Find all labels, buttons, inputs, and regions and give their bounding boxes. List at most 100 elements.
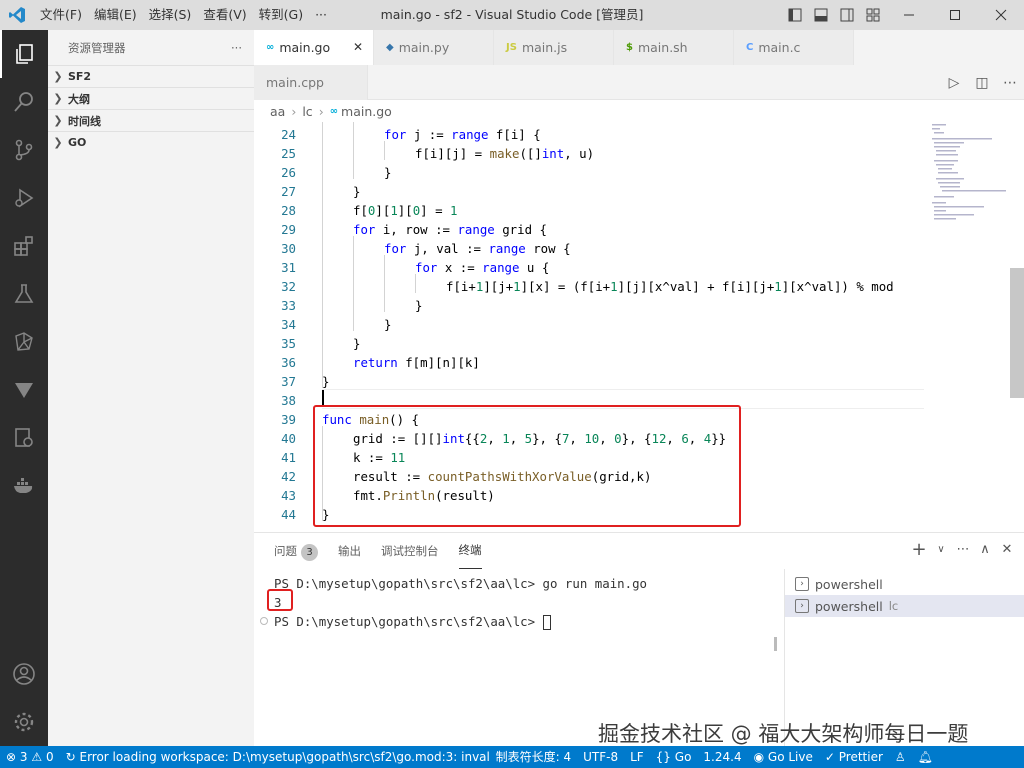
tab-problems[interactable]: 问题 3 <box>274 533 318 569</box>
line-number: 25 <box>281 146 296 161</box>
minimap[interactable] <box>924 122 1024 532</box>
menu-edit[interactable]: 编辑(E) <box>88 0 143 30</box>
triangle-extension-icon[interactable] <box>0 366 48 414</box>
docker-icon[interactable] <box>0 462 48 510</box>
language-status[interactable]: {} Go <box>650 746 698 768</box>
code-text: for i, row := range grid { <box>353 222 547 237</box>
code-text: } <box>353 184 361 199</box>
terminal-item-powershell-lc[interactable]: › powershell lc <box>785 595 1024 617</box>
settings-gear-icon[interactable] <box>0 698 48 746</box>
section-timeline[interactable]: ❯ 时间线 <box>48 109 254 131</box>
code-text: f[i][j] = make([]int, u) <box>415 146 595 161</box>
extensions-icon[interactable] <box>0 222 48 270</box>
line-number: 27 <box>281 184 296 199</box>
terminal-line: PS D:\mysetup\gopath\src\sf2\aa\lc> go r… <box>274 576 647 591</box>
code-line: 25 f[i][j] = make([]int, u) <box>254 144 924 163</box>
eol-status[interactable]: LF <box>624 746 650 768</box>
tab-size-status[interactable]: 制表符长度: 4 <box>490 746 578 768</box>
watermark: 掘金技术社区 @ 福大大架构师每日一题 <box>598 722 969 746</box>
customize-layout-icon[interactable] <box>860 0 886 30</box>
code-text: } <box>322 374 330 389</box>
maximize-panel-icon[interactable]: ∧ <box>974 542 996 557</box>
code-line: 36 return f[m][n][k] <box>254 353 924 372</box>
menu-more[interactable]: ··· <box>309 0 333 30</box>
go-version-status[interactable]: 1.24.4 <box>697 746 747 768</box>
editor-tabs-row-1: ∞ main.go ✕ ◆ main.py JS main.js $ main.sh Cm… <box>254 30 1024 65</box>
remote-icon[interactable] <box>0 318 48 366</box>
prettier-status[interactable]: ✓ Prettier <box>819 746 889 768</box>
breadcrumb-main-go[interactable]: main.go <box>341 104 392 119</box>
toggle-panel-icon[interactable] <box>808 0 834 30</box>
section-outline[interactable]: ❯ 大纲 <box>48 87 254 109</box>
close-window-icon[interactable] <box>978 0 1024 30</box>
code-line: 37} <box>254 372 924 391</box>
workspace-error-status[interactable]: ↻ Error loading workspace: D:\mysetup\go… <box>60 746 490 768</box>
code-line: 28 f[0][1][0] = 1 <box>254 201 924 220</box>
minimize-icon[interactable] <box>886 0 932 30</box>
run-debug-icon[interactable] <box>0 174 48 222</box>
vscode-logo-icon[interactable] <box>0 0 34 30</box>
account-icon[interactable] <box>0 650 48 698</box>
search-icon[interactable] <box>0 78 48 126</box>
menu-go[interactable]: 转到(G) <box>253 0 309 30</box>
close-panel-icon[interactable]: ✕ <box>996 542 1018 557</box>
remote-explorer-icon[interactable] <box>0 414 48 462</box>
chevron-right-icon: › <box>291 103 297 119</box>
accounts-status-icon[interactable]: ♙ <box>889 746 912 768</box>
tab-main-c[interactable]: Cmain.c <box>734 30 854 65</box>
tab-main-cpp[interactable]: main.cpp <box>254 65 368 100</box>
code-line: 35} <box>254 334 924 353</box>
testing-flask-icon[interactable] <box>0 270 48 318</box>
tab-main-py[interactable]: ◆ main.py <box>374 30 494 65</box>
maximize-icon[interactable] <box>932 0 978 30</box>
js-file-icon: JS <box>506 42 517 53</box>
editor-scrollbar-thumb[interactable] <box>1010 268 1024 398</box>
code-text: } <box>415 298 423 313</box>
run-file-icon[interactable]: ▷ <box>940 75 968 91</box>
chevron-right-icon: ❯ <box>53 70 63 83</box>
source-control-icon[interactable] <box>0 126 48 174</box>
notifications-bell-icon[interactable]: 🔔︎ <box>912 746 939 768</box>
tab-terminal[interactable]: 终端 <box>458 533 482 569</box>
panel-more-icon[interactable]: ⋯ <box>952 542 974 557</box>
toggle-secondary-sidebar-icon[interactable] <box>834 0 860 30</box>
tab-main-go[interactable]: ∞ main.go ✕ <box>254 30 374 65</box>
terminal-icon: › <box>795 577 809 591</box>
tab-main-sh[interactable]: $ main.sh <box>614 30 734 65</box>
section-sf2[interactable]: ❯ SF2 <box>48 65 254 87</box>
chevron-right-icon: ❯ <box>53 92 63 105</box>
line-number: 34 <box>281 317 296 332</box>
split-editor-icon[interactable]: ◫ <box>968 75 996 91</box>
breadcrumb-lc[interactable]: lc <box>302 104 312 119</box>
explorer-icon[interactable] <box>0 30 48 78</box>
new-terminal-icon[interactable]: + <box>908 539 930 560</box>
terminal-item-powershell[interactable]: › powershell <box>785 573 1024 595</box>
menu-view[interactable]: 查看(V) <box>197 0 252 30</box>
explorer-more-icon[interactable]: ··· <box>231 41 242 55</box>
menu-selection[interactable]: 选择(S) <box>143 0 198 30</box>
menu-file[interactable]: 文件(F) <box>34 0 88 30</box>
line-number: 37 <box>281 374 296 389</box>
sync-icon: ↻ <box>65 750 76 764</box>
go-live-status[interactable]: ◉ Go Live <box>748 746 819 768</box>
toggle-sidebar-icon[interactable] <box>782 0 808 30</box>
code-line: 24 for j := range f[i] { <box>254 125 924 144</box>
title-bar: 文件(F) 编辑(E) 选择(S) 查看(V) 转到(G) ··· main.g… <box>0 0 1024 30</box>
encoding-status[interactable]: UTF-8 <box>577 746 624 768</box>
window-title: main.go - sf2 - Visual Studio Code [管理员] <box>380 7 644 22</box>
editor-more-icon[interactable]: ⋯ <box>996 75 1024 91</box>
tab-main-js[interactable]: JS main.js <box>494 30 614 65</box>
code-line: 33} <box>254 296 924 315</box>
problems-status[interactable]: ⊗ 3 ⚠ 0 <box>0 746 60 768</box>
code-text: f[0][1][0] = 1 <box>353 203 458 218</box>
terminal-scrollbar[interactable] <box>774 637 777 651</box>
section-go[interactable]: ❯ GO <box>48 131 254 153</box>
tab-output[interactable]: 输出 <box>338 533 361 569</box>
line-number: 39 <box>281 412 296 427</box>
close-tab-icon[interactable]: ✕ <box>353 40 363 54</box>
c-file-icon: C <box>746 42 754 53</box>
menu-bar: 文件(F) 编辑(E) 选择(S) 查看(V) 转到(G) ··· <box>34 0 333 30</box>
tab-debug-console[interactable]: 调试控制台 <box>381 533 439 569</box>
chevron-down-icon[interactable]: ∨ <box>930 544 952 555</box>
breadcrumb-aa[interactable]: aa <box>270 104 285 119</box>
